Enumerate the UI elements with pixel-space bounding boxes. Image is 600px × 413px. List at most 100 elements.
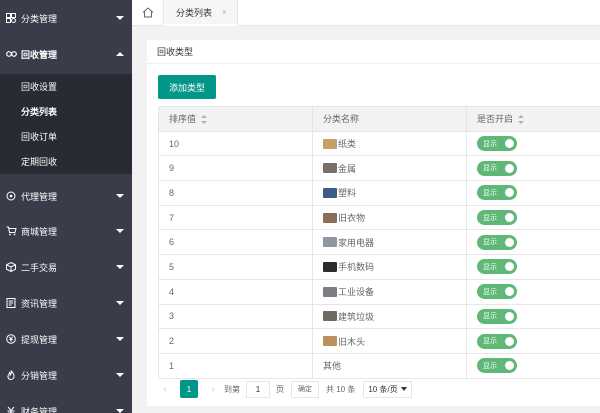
fire-icon [5, 369, 17, 381]
nav-label: 资讯管理 [21, 298, 58, 309]
toggle-label: 显示 [483, 214, 497, 222]
nav-label: 商城管理 [21, 226, 58, 237]
category-name-cell: 纸类 [312, 130, 467, 157]
page-unit-label: 页 [276, 384, 284, 394]
table-row: 10 纸类 显示 [158, 130, 600, 157]
enabled-toggle[interactable]: 显示 [477, 358, 517, 374]
enabled-toggle[interactable]: 显示 [477, 136, 517, 152]
toggle-label: 显示 [483, 338, 497, 346]
nav-label: 分类管理 [21, 13, 58, 24]
nav-label: 提现管理 [21, 334, 58, 345]
sort-value-cell: 4 [158, 278, 313, 305]
enabled-cell: 显示 [466, 155, 600, 182]
tab-home[interactable] [132, 0, 164, 26]
sort-value-cell: 5 [158, 254, 313, 280]
enabled-toggle[interactable]: 显示 [477, 333, 517, 349]
chevron-down-icon [116, 194, 124, 198]
sort-value-cell: 1 [158, 352, 313, 379]
toggle-knob [505, 361, 514, 371]
table-row: 4 工业设备 显示 [158, 278, 600, 305]
column-header-sort[interactable]: 排序值 [158, 106, 313, 132]
enabled-toggle[interactable]: 显示 [477, 284, 517, 300]
nav-mall[interactable]: 商城管理 [0, 213, 132, 249]
toggle-knob [505, 237, 514, 247]
toggle-label: 显示 [483, 362, 497, 370]
subnav-item-recycle-settings[interactable]: 回收设置 [0, 74, 132, 99]
sort-value-cell: 3 [158, 303, 313, 330]
subnav-recycle: 回收设置 分类列表 回收订单 定期回收 [0, 74, 132, 174]
category-name-cell: 工业设备 [312, 278, 467, 305]
goto-label: 到第 [224, 384, 240, 394]
chevron-down-icon [116, 337, 124, 341]
nav-news[interactable]: 资讯管理 [0, 285, 132, 321]
enabled-cell: 显示 [466, 278, 600, 305]
category-name-cell: 金属 [312, 155, 467, 182]
add-type-button[interactable]: 添加类型 [158, 75, 216, 99]
sidebar: 分类管理 回收管理 回收设置 分类列表 回收订单 定期回收 代理管理 商城管理 … [0, 0, 132, 413]
chevron-down-icon [116, 229, 124, 233]
next-page-icon[interactable]: › [206, 384, 220, 395]
category-name: 工业设备 [338, 287, 375, 298]
nav-secondhand[interactable]: 二手交易 [0, 249, 132, 285]
nav-label: 分销管理 [21, 370, 58, 381]
pagination: ‹ 1 › 到第 页 确定 共 10 条 10 条/页 [158, 379, 412, 399]
toggle-label: 显示 [483, 189, 497, 197]
total-count: 共 10 条 [326, 384, 356, 394]
nav-distribution[interactable]: 分销管理 [0, 357, 132, 393]
enabled-cell: 显示 [466, 130, 600, 157]
subnav-item-scheduled-recycle[interactable]: 定期回收 [0, 149, 132, 174]
category-thumbnail [323, 336, 337, 347]
enabled-cell: 显示 [466, 229, 600, 256]
nav-recycle[interactable]: 回收管理 [0, 36, 132, 72]
category-thumbnail [323, 187, 337, 198]
table-row: 6 家用电器 显示 [158, 229, 600, 256]
enabled-cell: 显示 [466, 328, 600, 354]
enabled-cell: 显示 [466, 303, 600, 330]
withdraw-icon [5, 333, 17, 345]
chevron-down-icon [116, 409, 124, 413]
page-number-current[interactable]: 1 [180, 380, 198, 398]
toggle-label: 显示 [483, 239, 497, 247]
category-icon [5, 12, 17, 24]
close-icon[interactable]: × [222, 8, 227, 17]
enabled-toggle[interactable]: 显示 [477, 160, 517, 176]
category-name-cell: 建筑垃圾 [312, 303, 467, 330]
nav-agent[interactable]: 代理管理 [0, 179, 132, 213]
prev-page-icon[interactable]: ‹ [158, 384, 172, 395]
nav-withdraw[interactable]: 提现管理 [0, 321, 132, 357]
category-name: 旧衣物 [338, 213, 366, 224]
toggle-knob [505, 311, 514, 321]
category-name-cell: 塑料 [312, 180, 467, 206]
table-row: 2 旧木头 显示 [158, 328, 600, 354]
subnav-item-category-list[interactable]: 分类列表 [0, 99, 132, 124]
goto-page-input[interactable] [246, 380, 270, 398]
toggle-knob [505, 139, 514, 149]
tab-category-list[interactable]: 分类列表 × [164, 0, 238, 26]
column-header-enabled[interactable]: 是否开启 [466, 106, 600, 132]
enabled-toggle[interactable]: 显示 [477, 234, 517, 250]
nav-finance[interactable]: 财务管理 [0, 393, 132, 413]
page-size-select[interactable]: 10 条/页 [363, 380, 412, 398]
nav-category[interactable]: 分类管理 [0, 0, 132, 36]
enabled-toggle[interactable]: 显示 [477, 185, 517, 201]
subnav-item-recycle-orders[interactable]: 回收订单 [0, 124, 132, 149]
sort-icon[interactable] [518, 115, 525, 125]
enabled-toggle[interactable]: 显示 [477, 259, 517, 275]
goto-confirm-button[interactable]: 确定 [291, 380, 319, 398]
category-name: 家用电器 [338, 237, 375, 248]
recycle-icon [5, 48, 17, 60]
table-row: 9 金属 显示 [158, 155, 600, 182]
sort-value-cell: 6 [158, 229, 313, 256]
category-name-cell: 旧衣物 [312, 204, 467, 231]
sort-value-cell: 9 [158, 155, 313, 182]
category-name: 建筑垃圾 [338, 311, 375, 322]
chevron-down-icon [116, 373, 124, 377]
category-thumbnail [323, 212, 337, 223]
home-icon [142, 6, 154, 20]
enabled-toggle[interactable]: 显示 [477, 210, 517, 226]
sort-icon[interactable] [201, 115, 208, 125]
enabled-toggle[interactable]: 显示 [477, 308, 517, 324]
enabled-cell: 显示 [466, 254, 600, 280]
category-thumbnail [323, 311, 337, 322]
nav-label: 回收管理 [21, 49, 58, 60]
